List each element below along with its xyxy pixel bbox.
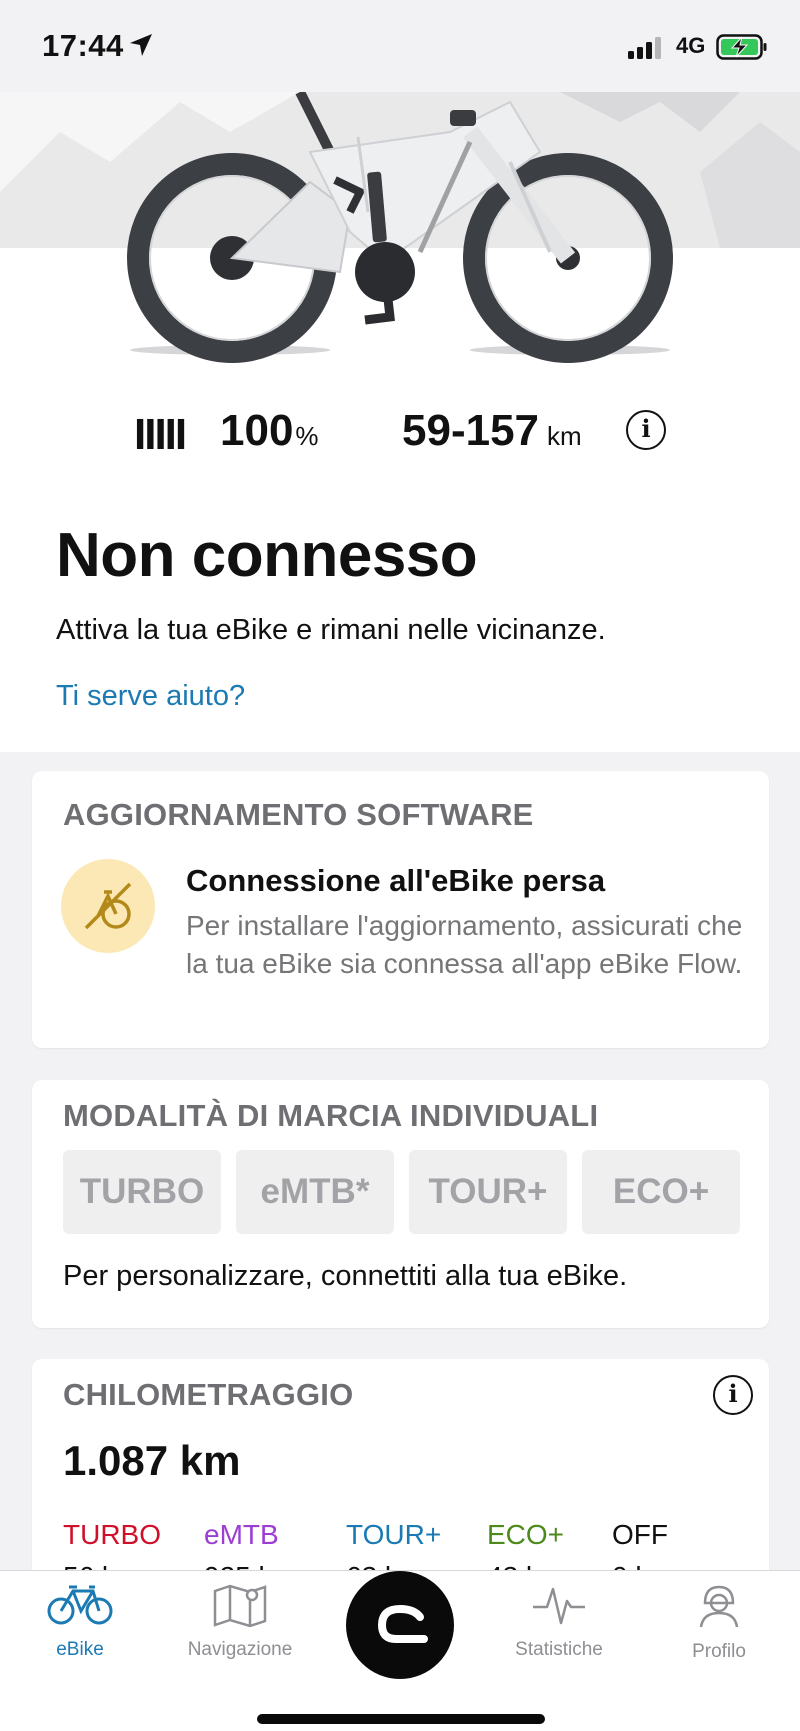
software-update-title: AGGIORNAMENTO SOFTWARE (63, 797, 534, 832)
battery-level-bars: IIIII (134, 410, 187, 459)
connection-section: Non connesso Attiva la tua eBike e riman… (0, 462, 800, 752)
bike-stats-row: IIIII 100% 59-157 km i (0, 398, 800, 462)
connection-title: Non connesso (56, 521, 478, 590)
bike-disconnected-icon (61, 859, 155, 953)
tab-label: eBike (56, 1639, 104, 1660)
battery-charging-icon (716, 34, 767, 60)
activity-icon (533, 1587, 585, 1625)
map-icon (213, 1584, 267, 1627)
bottom-tab-bar: eBike Navigazione Statistiche Profilo (0, 1570, 800, 1731)
bike-hero-image (0, 92, 800, 450)
tab-ebike[interactable]: eBike (15, 1583, 145, 1661)
mileage-card: CHILOMETRAGGIO i 1.087 km TURBO eMTB TOU… (32, 1359, 769, 1592)
riding-modes-note: Per personalizzare, connettiti alla tua … (63, 1260, 628, 1292)
mileage-mode-label: TOUR+ (346, 1519, 442, 1550)
mode-button-turbo[interactable]: TURBO (63, 1150, 221, 1234)
network-type: 4G (676, 33, 706, 58)
connection-subtitle: Attiva la tua eBike e rimani nelle vicin… (56, 614, 606, 646)
software-update-description: Per installare l'aggiornamento, assicura… (186, 910, 743, 979)
tab-label: Navigazione (187, 1639, 293, 1660)
status-time: 17:44 (42, 28, 124, 63)
mileage-mode-label: OFF (612, 1519, 668, 1550)
mileage-title: CHILOMETRAGGIO (63, 1377, 354, 1412)
mode-button-eco[interactable]: ECO+ (582, 1150, 740, 1234)
mileage-mode-label: ECO+ (487, 1519, 565, 1550)
mileage-mode-label: TURBO (63, 1519, 161, 1550)
bike-illustration (127, 92, 673, 363)
mileage-info-icon[interactable]: i (713, 1375, 753, 1415)
range-info-icon[interactable]: i (626, 410, 666, 450)
tab-statistiche[interactable]: Statistiche (494, 1583, 624, 1661)
estimated-range: 59-157 km (402, 406, 582, 455)
mode-button-tour[interactable]: TOUR+ (409, 1150, 567, 1234)
mileage-mode-label: eMTB (204, 1519, 279, 1550)
tab-navigazione[interactable]: Navigazione (175, 1583, 305, 1661)
software-update-heading: Connessione all'eBike persa (186, 863, 606, 898)
status-bar: 17:44 4G (0, 0, 800, 92)
riding-modes-title: MODALITÀ DI MARCIA INDIVIDUALI (63, 1098, 599, 1133)
battery-percentage: 100% (220, 406, 319, 455)
riding-modes-card: MODALITÀ DI MARCIA INDIVIDUALI TURBO eMT… (32, 1080, 769, 1328)
software-update-card: AGGIORNAMENTO SOFTWARE Connessione all'e… (32, 771, 769, 1048)
signal-icon (628, 37, 661, 59)
tab-label: Statistiche (515, 1639, 603, 1660)
flow-logo-icon (377, 1604, 428, 1643)
profile-helmet-icon (699, 1585, 739, 1628)
flow-center-button[interactable] (346, 1571, 454, 1679)
bike-icon (47, 1585, 113, 1625)
location-arrow-icon (130, 34, 152, 56)
home-indicator (257, 1714, 545, 1724)
mode-button-emtb[interactable]: eMTB* (236, 1150, 394, 1234)
help-link[interactable]: Ti serve aiuto? (56, 680, 245, 713)
mileage-total: 1.087 km (63, 1437, 241, 1484)
tab-label: Profilo (692, 1641, 746, 1662)
tab-profilo[interactable]: Profilo (654, 1583, 784, 1663)
